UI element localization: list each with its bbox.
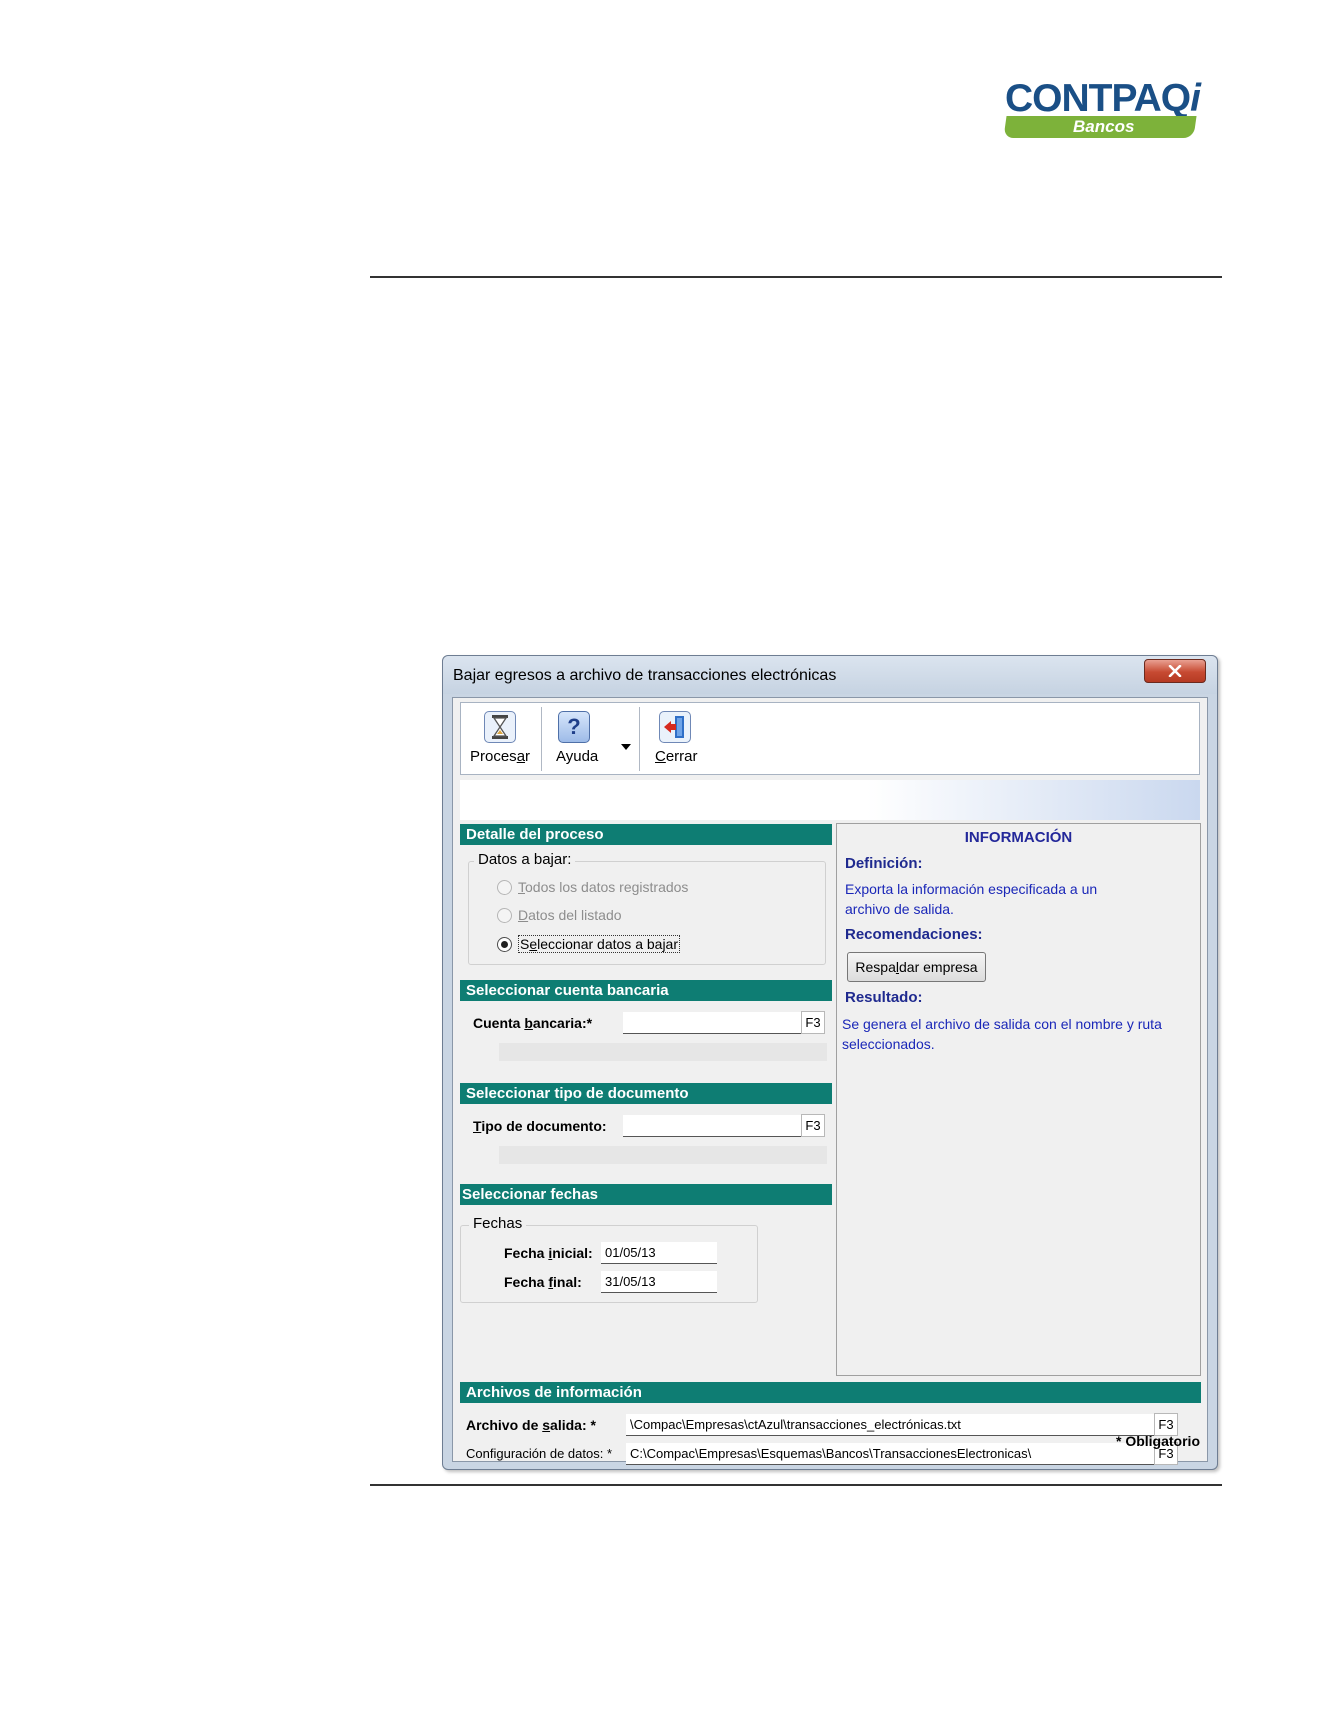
window-title: Bajar egresos a archivo de transacciones…	[453, 667, 837, 684]
configuracion-datos-input[interactable]: C:\Compac\Empresas\Esquemas\Bancos\Trans…	[626, 1443, 1154, 1465]
archivo-salida-input[interactable]: \Compac\Empresas\ctAzul\transacciones_el…	[626, 1414, 1154, 1436]
recomendaciones-heading: Recomendaciones:	[845, 926, 983, 943]
resultado-heading: Resultado:	[845, 989, 923, 1006]
cerrar-label: Cerrar	[655, 748, 698, 765]
informacion-title: INFORMACIÓN	[964, 829, 1073, 846]
radio-button-selected[interactable]	[497, 936, 512, 952]
procesar-label: Procesar	[470, 748, 531, 765]
title-bar[interactable]: Bajar egresos a archivo de transacciones…	[443, 656, 1217, 694]
contpaqi-bancos-logo: CONTPAQi Bancos	[1003, 77, 1225, 140]
fecha-final-label: Fecha final:	[504, 1274, 582, 1290]
ayuda-dropdown-arrow-icon[interactable]	[621, 737, 631, 755]
ayuda-label: Ayuda	[556, 748, 599, 765]
tipo-detail-strip	[499, 1146, 827, 1164]
fechas-group-title: Fechas	[469, 1215, 527, 1232]
radio-button[interactable]	[497, 879, 512, 895]
datos-a-bajar-group: Datos a bajar: Todos los datos registrad…	[468, 851, 826, 965]
detalle-section-header: Detalle del proceso	[460, 824, 832, 845]
resultado-text: Se genera el archivo de salida con el no…	[842, 1016, 1162, 1052]
toolbar: Procesar ? Ayuda Cerrar	[460, 702, 1200, 775]
fechas-section-header: Seleccionar fechas	[460, 1184, 832, 1205]
archivos-section-header: Archivos de información	[460, 1382, 1201, 1403]
logo-brand: CONTPAQ	[1005, 77, 1191, 120]
logo-brand-i: i	[1190, 77, 1201, 120]
datos-a-bajar-title: Datos a bajar:	[474, 851, 576, 868]
toolbar-separator	[541, 707, 542, 771]
radio-button[interactable]	[497, 907, 512, 923]
dialog-window: Bajar egresos a archivo de transacciones…	[442, 655, 1218, 1470]
fecha-inicial-input[interactable]: 01/05/13	[601, 1242, 717, 1264]
fecha-inicial-label: Fecha inicial:	[504, 1245, 593, 1261]
cuenta-detail-strip	[499, 1043, 827, 1061]
definicion-text: Exporta la información especificada a un…	[845, 881, 1098, 917]
ayuda-button[interactable]: ? Ayuda	[543, 703, 621, 774]
tipo-documento-f3-button[interactable]: F3	[801, 1114, 825, 1137]
informacion-panel: INFORMACIÓN Definición: Exporta la infor…	[836, 823, 1201, 1376]
hourglass-icon	[484, 711, 516, 743]
archivo-salida-label: Archivo de salida: *	[466, 1417, 596, 1433]
obligatorio-note: * Obligatorio	[1116, 1433, 1200, 1449]
procesar-button[interactable]: Procesar	[463, 703, 541, 774]
tipo-section-header: Seleccionar tipo de documento	[460, 1083, 832, 1104]
cuenta-section-header: Seleccionar cuenta bancaria	[460, 980, 832, 1001]
dialog-client: Procesar ? Ayuda Cerrar Detalle del proc…	[452, 697, 1208, 1465]
definicion-heading: Definición:	[845, 855, 923, 872]
cuenta-bancaria-input[interactable]	[623, 1012, 801, 1034]
cuenta-bancaria-label: Cuenta bancaria:*	[473, 1015, 593, 1031]
radio-seleccionar-datos[interactable]: Seleccionar datos a bajar	[497, 935, 681, 953]
exit-door-icon	[659, 711, 691, 743]
fechas-group: Fechas Fecha inicial: 01/05/13 Fecha fin…	[460, 1215, 758, 1303]
tipo-documento-label: Tipo de documento:	[473, 1118, 607, 1134]
logo-product: Bancos	[1073, 117, 1135, 136]
close-button[interactable]	[1144, 659, 1206, 683]
configuracion-datos-label: Configuración de datos: *	[466, 1446, 612, 1461]
bottom-rule	[370, 1484, 1222, 1486]
radio-todos-los-datos[interactable]: Todos los datos registrados	[497, 879, 688, 895]
close-icon	[1168, 665, 1182, 677]
help-icon: ?	[558, 711, 590, 743]
top-rule	[370, 276, 1222, 278]
fecha-final-input[interactable]: 31/05/13	[601, 1271, 717, 1293]
tipo-documento-input[interactable]	[623, 1115, 801, 1137]
cuenta-bancaria-f3-button[interactable]: F3	[801, 1011, 825, 1034]
banner-bar	[460, 780, 1200, 820]
radio-datos-del-listado[interactable]: Datos del listado	[497, 907, 622, 923]
cerrar-button[interactable]: Cerrar	[641, 703, 711, 774]
respaldar-empresa-button[interactable]: Respaldar empresa	[847, 952, 986, 982]
toolbar-separator	[639, 707, 640, 771]
